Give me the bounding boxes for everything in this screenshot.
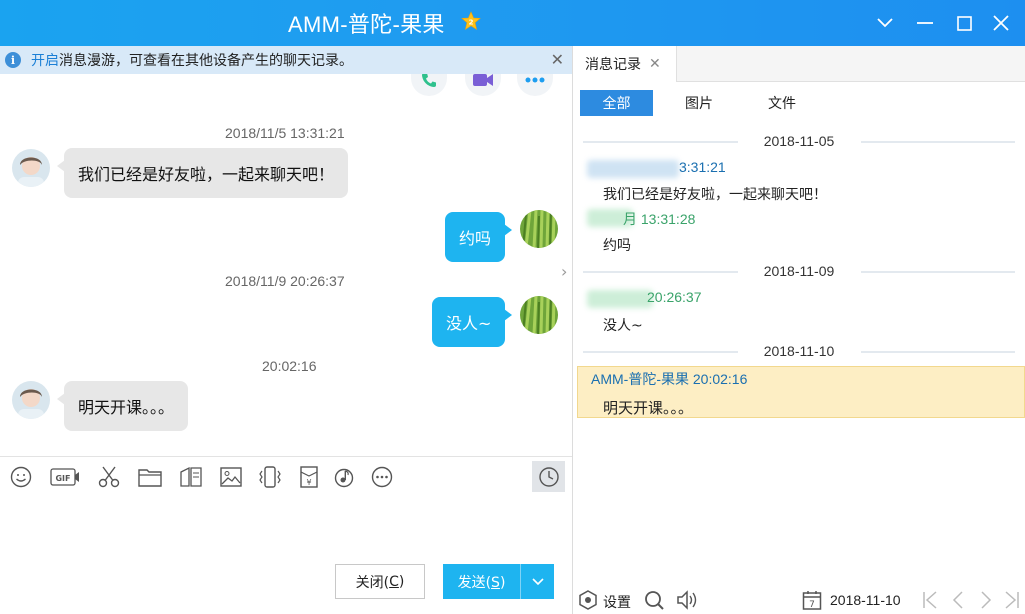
redacted-name xyxy=(587,160,679,178)
maximize-icon[interactable] xyxy=(949,8,979,38)
peer-avatar[interactable] xyxy=(12,149,50,187)
minimize-icon[interactable] xyxy=(910,8,940,38)
speaker-icon[interactable] xyxy=(675,589,703,611)
message-bubble[interactable]: 明天开课。。。 xyxy=(56,381,189,431)
message-bubble[interactable]: 没人~ xyxy=(432,297,513,347)
video-icon xyxy=(473,74,493,86)
date-separator: 2018-11-09 xyxy=(573,261,1025,281)
message-history-button[interactable] xyxy=(532,461,565,492)
message-bubble[interactable]: 我们已经是好友啦，一起来聊天吧！ xyxy=(56,148,349,198)
history-pane: 消息记录 ✕ 全部 图片 文件 2018-11-05 3:31:21 我们已经是… xyxy=(573,46,1025,614)
close-icon[interactable] xyxy=(986,8,1016,38)
first-page-icon[interactable] xyxy=(919,589,941,611)
search-icon[interactable] xyxy=(643,589,665,611)
enable-roaming-link[interactable]: 开启 xyxy=(31,50,59,70)
next-page-icon[interactable] xyxy=(975,589,997,611)
self-avatar[interactable] xyxy=(520,210,558,248)
chat-pane: i 开启 消息漫游，可查看在其他设备产生的聊天记录。 ✕ 2018/11/5 1… xyxy=(0,46,572,614)
scissors-icon[interactable] xyxy=(96,464,122,490)
roaming-notice: i 开启 消息漫游，可查看在其他设备产生的聊天记录。 ✕ xyxy=(0,46,572,74)
svg-text:7: 7 xyxy=(809,600,815,610)
emoji-icon[interactable] xyxy=(8,464,34,490)
record-text[interactable]: 约吗 xyxy=(603,235,631,255)
send-button[interactable]: 发送(S) xyxy=(443,564,554,599)
current-date[interactable]: 2018-11-10 xyxy=(830,592,901,608)
date-separator: 2018-11-05 xyxy=(573,131,1025,151)
last-page-icon[interactable] xyxy=(1001,589,1023,611)
close-notice-icon[interactable]: ✕ xyxy=(551,50,564,69)
settings-label[interactable]: 设置 xyxy=(603,592,631,612)
settings-icon[interactable] xyxy=(577,589,599,611)
filter-images[interactable]: 图片 xyxy=(683,90,715,116)
more-tools-icon[interactable] xyxy=(369,464,395,490)
svg-text:¥: ¥ xyxy=(306,478,311,487)
folder-icon[interactable] xyxy=(137,464,163,490)
tab-message-history[interactable]: 消息记录 ✕ xyxy=(573,46,677,82)
toolbar-divider xyxy=(0,456,572,457)
image-icon[interactable] xyxy=(218,464,244,490)
record-sender: 20:26:37 xyxy=(647,289,702,305)
close-button[interactable]: 关闭(C) xyxy=(335,564,425,599)
history-footer: 设置 7 2018-11-10 xyxy=(573,584,1025,614)
red-packet-icon[interactable]: ¥ xyxy=(296,464,322,490)
vip-star-icon: 2 xyxy=(461,11,481,31)
history-tabbar: 消息记录 ✕ xyxy=(573,46,1025,82)
record-text[interactable]: 明天开课。。。 xyxy=(603,397,693,418)
record-sender: 月 13:31:28 xyxy=(623,211,696,227)
send-options-chevron-icon[interactable] xyxy=(521,577,554,586)
message-timestamp: 2018/11/9 20:26:37 xyxy=(225,273,345,289)
doc-transfer-icon[interactable] xyxy=(178,464,204,490)
close-tab-icon[interactable]: ✕ xyxy=(649,56,661,72)
info-icon: i xyxy=(5,52,21,68)
filter-all[interactable]: 全部 xyxy=(580,90,653,116)
message-timestamp: 2018/11/5 13:31:21 xyxy=(225,125,345,141)
send-label: 发送(S) xyxy=(457,574,506,591)
title-bar: AMM-普陀-果果 2 xyxy=(0,0,1025,46)
collapse-panel-icon[interactable]: › xyxy=(561,262,567,281)
record-text[interactable]: 没人~ xyxy=(603,315,643,335)
date-separator: 2018-11-10 xyxy=(573,341,1025,361)
redacted-name xyxy=(587,290,653,308)
filter-files[interactable]: 文件 xyxy=(766,90,798,116)
message-bubble[interactable]: 约吗 xyxy=(445,212,513,262)
clock-icon xyxy=(538,466,559,487)
record-sender: 3:31:21 xyxy=(679,159,726,175)
calendar-icon[interactable]: 7 xyxy=(801,589,823,611)
gif-icon[interactable]: GIF xyxy=(50,464,80,490)
ellipsis-icon xyxy=(525,77,545,83)
self-avatar[interactable] xyxy=(520,296,558,334)
svg-text:GIF: GIF xyxy=(55,474,70,483)
peer-avatar[interactable] xyxy=(12,381,50,419)
record-text[interactable]: 我们已经是好友啦，一起来聊天吧！ xyxy=(603,184,827,204)
notice-text: 消息漫游，可查看在其他设备产生的聊天记录。 xyxy=(59,53,353,69)
prev-page-icon[interactable] xyxy=(947,589,969,611)
music-icon[interactable] xyxy=(331,464,357,490)
vip-level: 2 xyxy=(469,19,474,27)
record-sender: AMM-普陀-果果 20:02:16 xyxy=(591,371,748,387)
chevron-down-icon[interactable] xyxy=(870,8,900,38)
message-timestamp: 20:02:16 xyxy=(262,358,317,374)
window-title: AMM-普陀-果果 xyxy=(288,12,445,37)
shake-icon[interactable] xyxy=(257,464,283,490)
message-input[interactable] xyxy=(0,496,572,556)
